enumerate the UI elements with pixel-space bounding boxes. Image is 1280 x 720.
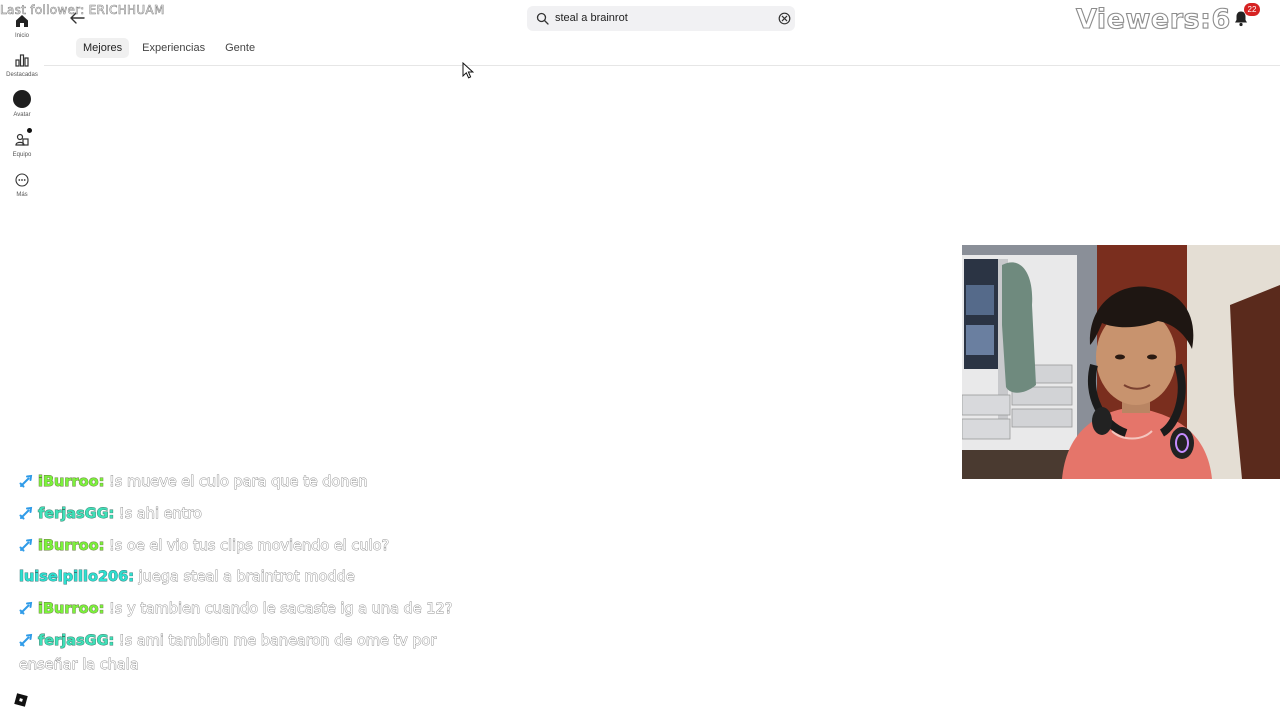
sidebar-item-avatar[interactable]: Avatar [0, 90, 44, 118]
chat-message: iBurroo: !s y tambien cuando le sacaste … [19, 597, 489, 621]
viewers-label: Viewers: [1075, 3, 1212, 35]
tab-mejores[interactable]: Mejores [76, 38, 130, 58]
sidebar-item-label: Avatar [13, 112, 31, 118]
chat-text: !s y tambien cuando le sacaste ig a una … [108, 601, 453, 618]
roblox-logo-icon[interactable] [14, 693, 28, 707]
sidebar-item-label: Destacadas [6, 72, 38, 78]
last-follower-overlay: Last follower: ERICHHUAM [0, 3, 165, 18]
sword-badge-icon [19, 538, 33, 552]
sword-badge-icon [19, 474, 33, 488]
sidebar-item-equipo[interactable]: Equipo [0, 128, 44, 158]
mouse-cursor-icon [462, 62, 474, 79]
chat-text: !s mueve el culo para que te donen [108, 474, 369, 491]
chat-username: ferjasGG: [38, 505, 115, 522]
sidebar-item-destacadas[interactable]: Destacadas [0, 52, 44, 78]
chat-message: luiselpillo206: juega steal a braintrot … [19, 565, 489, 589]
search-bar[interactable] [527, 6, 795, 31]
chat-username: iBurroo: [38, 601, 105, 618]
chat-username: iBurroo: [38, 537, 105, 554]
result-tabs: Mejores Experiencias Gente [76, 38, 262, 58]
header-divider [44, 65, 1280, 66]
chat-text: !s oe el vio tus clips moviendo el culo? [108, 537, 390, 554]
notification-dot [27, 128, 32, 133]
chart-icon [15, 54, 29, 67]
tab-experiencias[interactable]: Experiencias [135, 38, 212, 58]
viewers-count: 6 [1211, 3, 1231, 35]
sidebar-item-mas[interactable]: Más [0, 172, 44, 198]
search-icon [536, 12, 549, 25]
sword-badge-icon [19, 602, 33, 615]
chat-username: iBurroo: [38, 474, 105, 491]
notification-badge: 22 [1244, 3, 1260, 16]
chat-message: ferjasGG: !s ami tambien me banearon de … [19, 629, 489, 677]
chat-message: iBurroo: !s mueve el culo para que te do… [19, 470, 489, 494]
chat-message: ferjasGG: !s ahi entro [19, 502, 489, 526]
stream-chat: iBurroo: !s mueve el culo para que te do… [19, 470, 489, 685]
more-icon [15, 173, 29, 187]
sidebar-item-label: Equipo [12, 152, 32, 158]
sidebar-item-label: Más [16, 192, 28, 198]
viewers-overlay: Viewers:6 [1075, 3, 1231, 35]
chat-text: !s ahi entro [118, 505, 202, 522]
tab-gente[interactable]: Gente [218, 38, 262, 58]
search-input[interactable] [555, 9, 765, 27]
sidebar-item-label: Inicio [14, 33, 29, 39]
chat-username: ferjasGG: [38, 632, 115, 650]
clear-search-icon[interactable] [778, 12, 791, 25]
chat-message: iBurroo: !s oe el vio tus clips moviendo… [19, 534, 489, 558]
sword-badge-icon [19, 633, 33, 647]
sword-badge-icon [19, 506, 33, 520]
avatar-icon [13, 90, 31, 108]
team-icon [15, 133, 29, 146]
chat-text: juega steal a braintrot modde [138, 569, 355, 586]
webcam-feed [962, 245, 1280, 479]
chat-username: luiselpillo206: [19, 569, 135, 586]
